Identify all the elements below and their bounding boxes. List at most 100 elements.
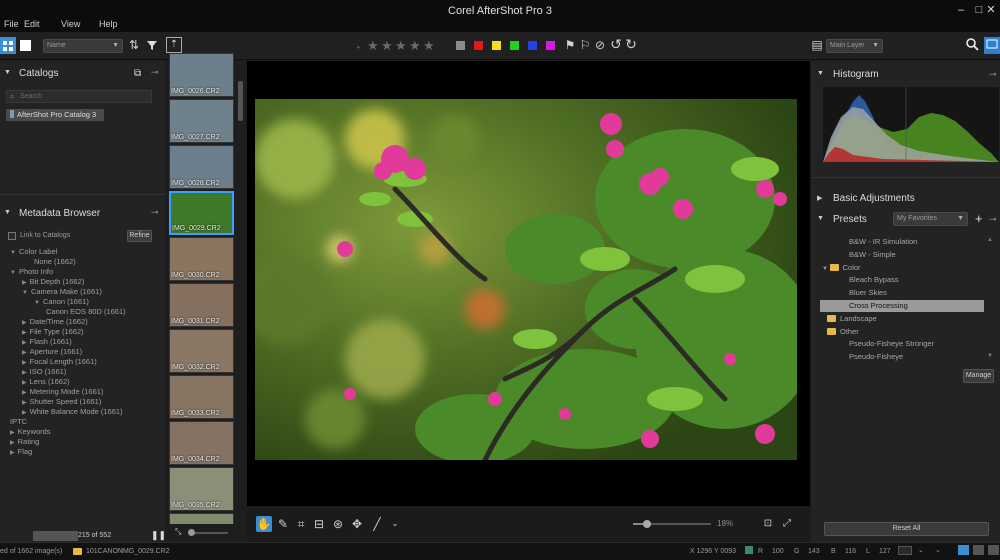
color-label-swatch[interactable] [474,41,483,50]
view-mode-icon[interactable] [973,545,984,555]
heal-icon[interactable]: ✥ [349,516,365,532]
straighten-icon[interactable]: ⊟ [311,516,327,532]
preset-item[interactable]: Pseudo-Fisheye Stronger [820,338,984,350]
filmstrip-thumbnail[interactable]: IMG_0027.CR2 [169,99,234,143]
catalog-item[interactable]: AfterShot Pro Catalog 3 [6,109,104,121]
metadata-tree-item[interactable]: ▶ File Type (1662) [22,327,84,336]
metadata-tree-item[interactable]: ▶ Bit Depth (1662) [22,277,84,286]
preset-item[interactable]: Bluer Skies [820,287,984,299]
expand-triangle-icon[interactable]: ▶ [22,410,27,416]
expand-triangle-icon[interactable]: ▶ [22,280,27,286]
rating-star-3[interactable]: ★ [395,39,407,52]
pause-icon[interactable]: ❚❚ [151,530,166,541]
main-photo[interactable] [255,99,797,460]
filmstrip-thumbnail[interactable]: IMG_0026.CR2 [169,53,234,97]
unflag-icon[interactable]: ⊘ [593,38,607,52]
filter-icon[interactable] [145,38,159,55]
expand-triangle-icon[interactable]: ▶ [22,320,27,326]
pin-icon[interactable]: ⊸ [151,207,159,218]
layers-icon[interactable]: ▤ [810,38,824,52]
expand-triangle-icon[interactable]: ▶ [10,430,15,436]
chevron-down-icon[interactable]: ⌄ [387,516,403,532]
filmstrip-scrollbar[interactable] [238,81,243,121]
metadata-tree-item[interactable]: ▶ Flag [10,447,32,456]
zoom-slider-handle[interactable] [643,520,652,528]
filmstrip-thumbnail[interactable]: IMG_0028.CR2 [169,145,234,189]
import-icon[interactable]: ⇡ [166,37,182,53]
sort-order-icon[interactable]: ⇅ [127,38,141,52]
close-icon[interactable]: ✕ [984,3,998,17]
metadata-tree-item[interactable]: ▶ Focal Length (1661) [22,357,97,366]
link-to-catalogs-checkbox[interactable] [8,232,16,240]
thumbnail-size-handle[interactable] [188,529,195,536]
single-view-icon[interactable] [20,40,31,51]
add-catalog-icon[interactable]: ⧉ [134,68,141,79]
reset-all-button[interactable]: Reset All [824,522,989,536]
rating-star-5[interactable]: ★ [423,39,435,52]
histogram-header[interactable]: ▼ Histogram ⊸ [811,65,1000,85]
preset-item[interactable]: Cross Processing [820,300,984,312]
metadata-tree-item[interactable]: ▶ Aperture (1661) [22,347,82,356]
metadata-tree-item[interactable]: ▼ Camera Make (1661) [22,287,102,296]
preset-folder[interactable]: Landscape [820,313,984,325]
metadata-tree-item[interactable]: ▶ Shutter Speed (1661) [22,397,101,406]
brush-icon[interactable]: ╱ [369,516,385,532]
chevron-down-icon[interactable]: ⌄ [935,546,941,554]
expand-triangle-icon[interactable]: ▶ [10,450,15,456]
panel-toggle-icon[interactable] [984,37,1000,54]
layer-select[interactable]: Main Layer ▼ [826,39,883,53]
flag-reject-icon[interactable]: ⚐ [578,38,592,52]
grid-view-icon[interactable] [0,37,16,54]
display-mode-icon[interactable] [898,546,912,555]
expand-triangle-icon[interactable]: ▶ [22,390,27,396]
filmstrip-thumbnail[interactable]: IMG_0030.CR2 [169,237,234,281]
metadata-tree-item[interactable]: ▶ ISO (1661) [22,367,66,376]
metadata-tree-item[interactable]: ▼ Photo Info [10,267,53,276]
basic-adjustments-header[interactable]: ▶ Basic Adjustments [811,189,1000,209]
pin-icon[interactable]: ⊸ [989,214,997,225]
rating-star-4[interactable]: ★ [409,39,421,52]
expand-triangle-icon[interactable]: ▶ [22,340,27,346]
dual-view-icon[interactable] [988,545,999,555]
redeye-icon[interactable]: ⊛ [330,516,346,532]
metadata-tree-item[interactable]: ▶ Keywords [10,427,51,436]
filmstrip-thumbnail[interactable]: IMG_0034.CR2 [169,421,234,465]
filmstrip-thumbnail[interactable]: IMG_0029.CR2 [169,191,234,235]
metadata-tree-item[interactable]: ▶ Date/Time (1662) [22,317,88,326]
metadata-tree-item[interactable]: ▶ Metering Mode (1661) [22,387,103,396]
rotate-left-icon[interactable]: ↺ [609,37,623,51]
collapse-triangle-icon[interactable]: ▼ [10,250,16,256]
rating-star-2[interactable]: ★ [381,39,393,52]
color-label-swatch[interactable] [528,41,537,50]
flag-pick-icon[interactable]: ⚑ [563,38,577,52]
expand-triangle-icon[interactable]: ▶ [22,330,27,336]
rotate-right-icon[interactable]: ↻ [624,37,638,51]
user-icon[interactable] [958,545,969,555]
rating-star-1[interactable]: ★ [367,39,379,52]
metadata-tree-item[interactable]: IPTC [10,417,27,426]
color-label-swatch[interactable] [492,41,501,50]
eyedropper-icon[interactable]: ✎ [275,516,291,532]
preset-item[interactable]: B&W - IR Simulation [820,236,984,248]
metadata-tree-item[interactable]: ▶ Lens (1662) [22,377,70,386]
preset-folder[interactable]: Other [820,326,984,338]
sort-select[interactable]: Name ▼ [43,39,123,53]
scroll-down-icon[interactable]: ▼ [987,353,993,359]
menu-view[interactable]: View [61,19,80,29]
metadata-tree-item[interactable]: None (1662) [34,257,76,266]
collapse-triangle-icon[interactable]: ▼ [22,290,28,296]
no-rating-dot[interactable]: • [357,41,360,54]
metadata-tree-item[interactable]: ▶ Flash (1661) [22,337,72,346]
catalog-search-input[interactable]: ⌕ Search [6,90,152,103]
add-preset-icon[interactable]: + [975,211,983,226]
catalogs-header[interactable]: ▼ Catalogs ⧉ ⊸ [0,62,165,86]
metadata-tree-item[interactable]: ▶ White Balance Mode (1661) [22,407,123,416]
crop-icon[interactable]: ⌗ [293,516,309,532]
chevron-down-icon[interactable]: ⌄ [918,546,924,554]
expand-triangle-icon[interactable]: ▶ [10,440,15,446]
metadata-tree-item[interactable]: ▼ Color Label [10,247,57,256]
color-label-swatch[interactable] [546,41,555,50]
presets-select[interactable]: My Favorites ▼ [893,212,968,226]
preset-item[interactable]: Pseudo-Fisheye [820,351,984,363]
fullscreen-icon[interactable]: ⤢ [779,516,795,532]
